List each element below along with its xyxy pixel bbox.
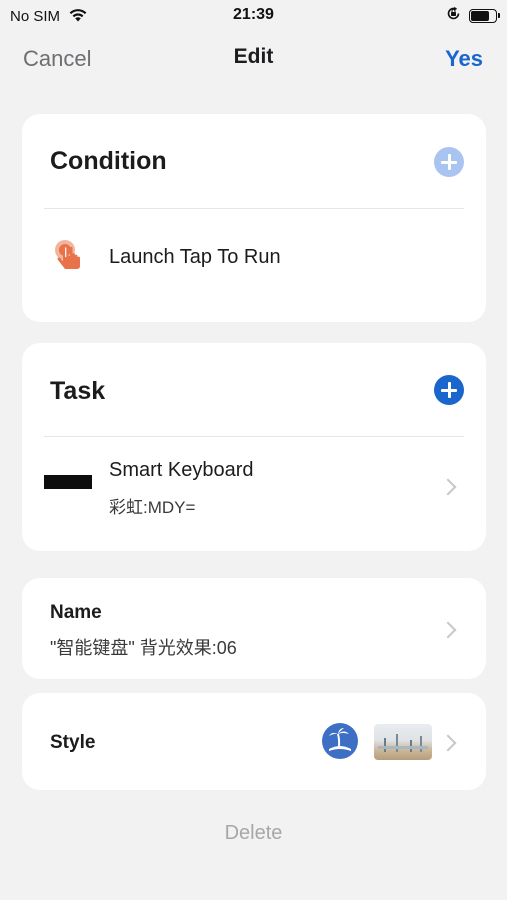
task-item-title: Smart Keyboard: [109, 459, 254, 481]
name-value: "智能键盘" 背光效果:06: [50, 638, 237, 658]
yes-button[interactable]: Yes: [445, 46, 483, 72]
add-condition-button[interactable]: [434, 147, 464, 177]
delete-button[interactable]: Delete: [225, 822, 283, 844]
battery-fill: [471, 11, 489, 21]
condition-row[interactable]: Launch Tap To Run: [22, 209, 486, 309]
name-row[interactable]: Name "智能键盘" 背光效果:06: [22, 578, 486, 679]
style-row[interactable]: Style: [22, 693, 486, 790]
chevron-right-icon: [439, 621, 457, 639]
task-row[interactable]: Smart Keyboard 彩虹:MDY=: [22, 437, 486, 541]
status-bar: No SIM 21:39: [0, 0, 507, 30]
status-time: 21:39: [233, 6, 274, 23]
task-item-subtitle: 彩虹:MDY=: [109, 498, 196, 517]
status-right: [446, 6, 500, 26]
add-task-button[interactable]: [434, 375, 464, 405]
condition-card: Condition Launch Tap To Run: [22, 114, 486, 322]
cancel-button[interactable]: Cancel: [23, 46, 91, 72]
condition-item-label: Launch Tap To Run: [109, 246, 281, 268]
orientation-lock-icon: [446, 6, 461, 26]
task-heading: Task: [50, 377, 106, 405]
condition-heading: Condition: [50, 147, 167, 175]
style-label: Style: [50, 732, 96, 753]
task-card: Task Smart Keyboard 彩虹:MDY=: [22, 343, 486, 551]
navigation-bar: Cancel Edit Yes: [0, 40, 507, 80]
chevron-right-icon: [439, 478, 457, 496]
delete-button-row: Delete: [0, 822, 507, 845]
battery-icon: [469, 9, 500, 23]
tap-hand-icon: [52, 239, 86, 278]
page-title-text: Edit: [233, 45, 274, 68]
chevron-right-icon: [439, 734, 457, 752]
keyboard-icon: [44, 475, 92, 489]
name-label: Name: [50, 602, 102, 623]
wallpaper-thumbnail[interactable]: [374, 724, 432, 760]
palm-island-icon[interactable]: [322, 723, 358, 764]
